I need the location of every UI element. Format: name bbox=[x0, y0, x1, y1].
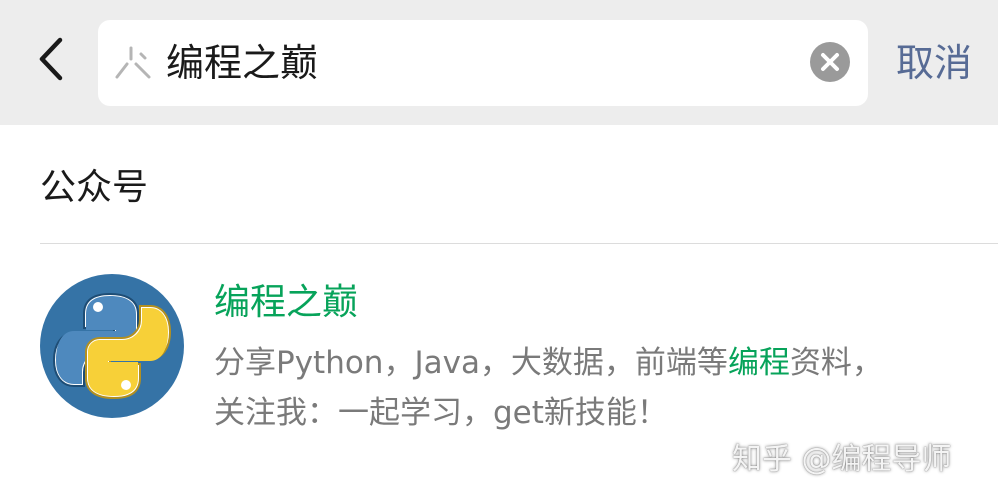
desc-text-tail: 资料， bbox=[789, 345, 883, 381]
desc-text: 分享Python，Java，大数据，前端等 bbox=[214, 345, 728, 381]
clear-search-button[interactable] bbox=[810, 42, 850, 82]
desc-line-2: 关注我：一起学习，get新技能！ bbox=[214, 395, 668, 431]
chevron-left-icon bbox=[39, 37, 63, 81]
cancel-button[interactable]: 取消 bbox=[896, 20, 972, 106]
search-input[interactable]: 编程之巅 bbox=[98, 20, 868, 106]
search-query[interactable]: 编程之巅 bbox=[166, 20, 318, 106]
clear-icon bbox=[821, 53, 839, 71]
account-description: 分享Python，Java，大数据，前端等编程资料， 关注我：一起学习，get新… bbox=[214, 338, 974, 438]
watermark: 知乎 @编程导师 bbox=[732, 442, 952, 477]
section-title-official-accounts: 公众号 bbox=[40, 167, 149, 208]
desc-highlight: 编程 bbox=[727, 345, 790, 381]
account-name[interactable]: 编程之巅 bbox=[214, 278, 358, 328]
search-header: 编程之巅 取消 bbox=[0, 0, 998, 125]
back-button[interactable] bbox=[30, 34, 76, 84]
mini-program-icon bbox=[115, 46, 151, 79]
python-logo-avatar bbox=[40, 274, 184, 418]
